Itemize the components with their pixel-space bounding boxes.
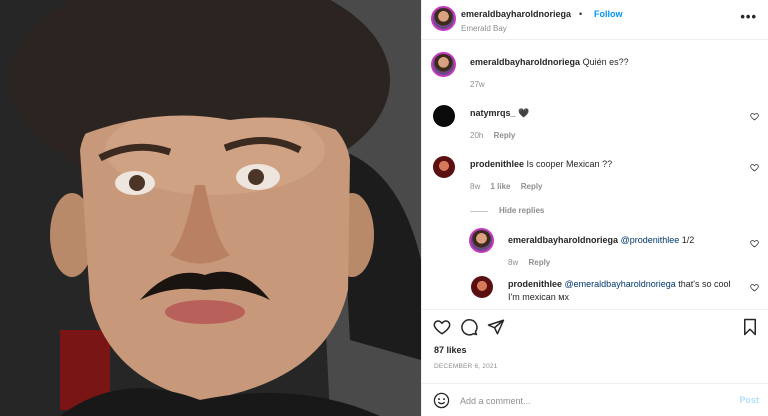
post-image-illustration xyxy=(0,0,421,416)
more-options-icon[interactable]: ••• xyxy=(740,9,757,24)
author-username[interactable]: emeraldbayharoldnoriega xyxy=(461,9,571,19)
caption-text-line: emeraldbayharoldnoriega Quién es?? xyxy=(470,57,629,67)
comment-time: 20h xyxy=(470,131,484,140)
replies-divider-line xyxy=(470,211,488,212)
reply-username[interactable]: prodenithlee xyxy=(508,279,562,289)
comment-like-heart-icon[interactable] xyxy=(750,163,759,172)
hide-replies-button[interactable]: Hide replies xyxy=(499,206,544,215)
caption-text: Quién es?? xyxy=(582,57,629,67)
emoji-icon[interactable] xyxy=(433,392,450,409)
reply-button[interactable]: Reply xyxy=(528,258,550,267)
caption-time: 27w xyxy=(470,80,485,89)
follow-button[interactable]: Follow xyxy=(594,9,623,19)
comment-text: 🖤 xyxy=(518,108,530,118)
reply-avatar[interactable] xyxy=(469,228,494,253)
caption-username[interactable]: emeraldbayharoldnoriega xyxy=(470,57,580,67)
reply-button[interactable]: Reply xyxy=(494,131,516,140)
reply-time: 8w xyxy=(508,258,519,267)
post-details-panel: emeraldbayharoldnoriega • Follow Emerald… xyxy=(421,0,768,416)
add-comment-bar: Post xyxy=(422,383,768,416)
reply-like-heart-icon[interactable] xyxy=(750,239,759,248)
comment-text-line: natymrqs_ 🖤 xyxy=(470,108,529,119)
post-header: emeraldbayharoldnoriega • Follow Emerald… xyxy=(422,0,768,40)
reply-avatar[interactable] xyxy=(471,276,493,298)
comment-avatar[interactable] xyxy=(433,156,455,178)
comment-text: Is cooper Mexican ?? xyxy=(526,159,613,169)
add-comment-input[interactable] xyxy=(460,393,720,408)
heart-icon[interactable] xyxy=(433,318,451,336)
reply-text-line: prodenithlee @emeraldbayharoldnoriega th… xyxy=(508,278,738,304)
author-avatar[interactable] xyxy=(431,6,456,31)
comment-avatar[interactable] xyxy=(433,105,455,127)
reply-like-heart-icon[interactable] xyxy=(750,283,759,292)
comment-meta: 20h Reply xyxy=(470,131,515,140)
comment-icon[interactable] xyxy=(460,318,478,336)
reply-mention[interactable]: @emeraldbayharoldnoriega xyxy=(565,279,676,289)
comment-username[interactable]: natymrqs_ xyxy=(470,108,516,118)
comment-time: 8w xyxy=(470,182,481,191)
post-location[interactable]: Emerald Bay xyxy=(461,24,507,33)
post-photo[interactable] xyxy=(0,0,421,416)
comment-text-line: prodenithlee Is cooper Mexican ?? xyxy=(470,159,612,169)
reply-username[interactable]: emeraldbayharoldnoriega xyxy=(508,235,618,245)
comment-username[interactable]: prodenithlee xyxy=(470,159,524,169)
share-icon[interactable] xyxy=(487,318,505,336)
reply-text: 1/2 xyxy=(681,235,695,245)
post-date[interactable]: DECEMBER 6, 2021 xyxy=(434,363,498,370)
reply-button[interactable]: Reply xyxy=(521,182,543,191)
post-comment-button[interactable]: Post xyxy=(739,395,759,405)
reply-text-line: emeraldbayharoldnoriega @prodenithlee 1/… xyxy=(508,235,694,245)
likes-count[interactable]: 87 likes xyxy=(434,345,467,355)
reply-text-suffix: мх xyxy=(558,292,569,302)
reply-meta: 8w Reply xyxy=(508,258,550,267)
caption-avatar[interactable] xyxy=(431,52,456,77)
bookmark-icon[interactable] xyxy=(741,318,759,336)
post-action-bar xyxy=(422,309,768,343)
comment-like-heart-icon[interactable] xyxy=(750,112,759,121)
instagram-post-window: emeraldbayharoldnoriega • Follow Emerald… xyxy=(0,0,768,416)
separator-dot: • xyxy=(579,9,583,19)
comment-likes-count[interactable]: 1 like xyxy=(490,182,510,191)
comment-meta: 8w 1 like Reply xyxy=(470,182,543,191)
reply-mention[interactable]: @prodenithlee xyxy=(621,235,680,245)
